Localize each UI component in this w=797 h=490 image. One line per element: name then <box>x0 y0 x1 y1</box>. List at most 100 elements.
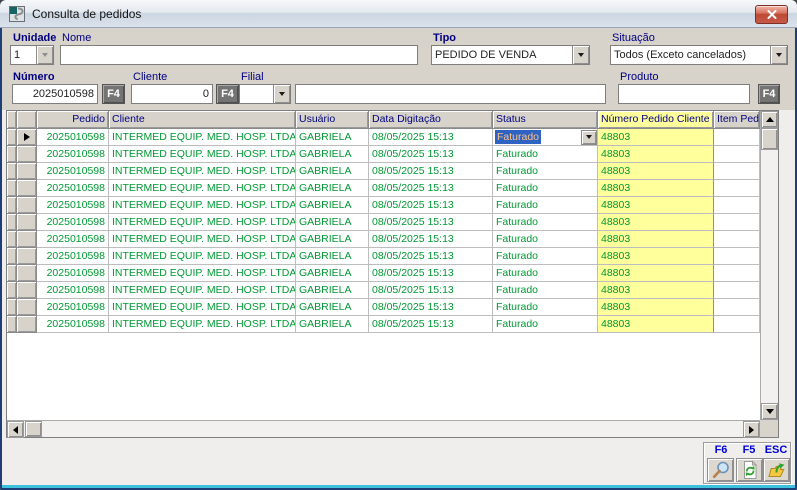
vertical-scrollbar[interactable] <box>760 111 778 420</box>
status-dropdown-button[interactable] <box>581 130 597 145</box>
cell-numero-pedido-cliente[interactable]: 48803 <box>598 163 714 180</box>
cell-pedido[interactable]: 2025010598 <box>37 146 109 163</box>
cell-cliente[interactable]: INTERMED EQUIP. MED. HOSP. LTDA <box>109 316 296 333</box>
row-indicator-cell[interactable] <box>17 282 37 299</box>
situacao-dropdown-button[interactable] <box>770 46 787 64</box>
cell-usuario[interactable]: GABRIELA <box>296 248 369 265</box>
close-button[interactable] <box>755 5 788 24</box>
cell-cliente[interactable]: INTERMED EQUIP. MED. HOSP. LTDA <box>109 197 296 214</box>
row-indicator-cell[interactable] <box>17 129 37 146</box>
cell-cliente[interactable]: INTERMED EQUIP. MED. HOSP. LTDA <box>109 248 296 265</box>
cell-data-digitacao[interactable]: 08/05/2025 15:13 <box>369 248 493 265</box>
cell-pedido[interactable]: 2025010598 <box>37 214 109 231</box>
cell-numero-pedido-cliente[interactable]: 48803 <box>598 214 714 231</box>
scroll-up-button[interactable] <box>761 111 778 128</box>
cell-pedido[interactable]: 2025010598 <box>37 248 109 265</box>
search-button[interactable] <box>707 458 734 482</box>
cell-status[interactable]: Faturado <box>493 299 598 316</box>
cell-pedido[interactable]: 2025010598 <box>37 163 109 180</box>
row-indicator-cell[interactable] <box>17 197 37 214</box>
cell-data-digitacao[interactable]: 08/05/2025 15:13 <box>369 146 493 163</box>
table-row[interactable]: 2025010598INTERMED EQUIP. MED. HOSP. LTD… <box>7 214 760 231</box>
table-row[interactable]: 2025010598INTERMED EQUIP. MED. HOSP. LTD… <box>7 265 760 282</box>
cell-status[interactable]: Faturado <box>493 282 598 299</box>
numero-f4-button[interactable]: F4 <box>102 84 125 104</box>
row-fixed-cell[interactable] <box>7 316 17 333</box>
unidade-select[interactable]: 1 <box>10 45 54 65</box>
cell-status[interactable]: Faturado <box>493 248 598 265</box>
table-row[interactable]: 2025010598INTERMED EQUIP. MED. HOSP. LTD… <box>7 163 760 180</box>
cell-data-digitacao[interactable]: 08/05/2025 15:13 <box>369 197 493 214</box>
cell-numero-pedido-cliente[interactable]: 48803 <box>598 180 714 197</box>
cell-numero-pedido-cliente[interactable]: 48803 <box>598 197 714 214</box>
table-row[interactable]: 2025010598INTERMED EQUIP. MED. HOSP. LTD… <box>7 197 760 214</box>
row-indicator-cell[interactable] <box>17 248 37 265</box>
row-fixed-cell[interactable] <box>7 214 17 231</box>
cell-data-digitacao[interactable]: 08/05/2025 15:13 <box>369 163 493 180</box>
cell-cliente[interactable]: INTERMED EQUIP. MED. HOSP. LTDA <box>109 129 296 146</box>
cell-usuario[interactable]: GABRIELA <box>296 163 369 180</box>
table-row[interactable]: 2025010598INTERMED EQUIP. MED. HOSP. LTD… <box>7 231 760 248</box>
table-row[interactable]: 2025010598INTERMED EQUIP. MED. HOSP. LTD… <box>7 316 760 333</box>
cell-cliente[interactable]: INTERMED EQUIP. MED. HOSP. LTDA <box>109 180 296 197</box>
cell-usuario[interactable]: GABRIELA <box>296 265 369 282</box>
cell-usuario[interactable]: GABRIELA <box>296 231 369 248</box>
cell-item-pedido[interactable] <box>714 146 760 163</box>
scroll-down-button[interactable] <box>761 403 778 420</box>
cell-usuario[interactable]: GABRIELA <box>296 180 369 197</box>
cell-usuario[interactable]: GABRIELA <box>296 214 369 231</box>
cell-usuario[interactable]: GABRIELA <box>296 129 369 146</box>
cell-status[interactable]: Faturado <box>493 265 598 282</box>
row-fixed-cell[interactable] <box>7 146 17 163</box>
tipo-dropdown-button[interactable] <box>572 46 589 64</box>
row-fixed-cell[interactable] <box>7 197 17 214</box>
nome-input[interactable] <box>60 45 418 65</box>
numero-input[interactable] <box>12 84 98 104</box>
filial-dropdown-button[interactable] <box>273 85 290 103</box>
cell-numero-pedido-cliente[interactable]: 48803 <box>598 248 714 265</box>
produto-f4-button[interactable]: F4 <box>758 84 780 104</box>
cell-data-digitacao[interactable]: 08/05/2025 15:13 <box>369 265 493 282</box>
row-indicator-cell[interactable] <box>17 180 37 197</box>
cell-cliente[interactable]: INTERMED EQUIP. MED. HOSP. LTDA <box>109 231 296 248</box>
cell-numero-pedido-cliente[interactable]: 48803 <box>598 299 714 316</box>
cell-data-digitacao[interactable]: 08/05/2025 15:13 <box>369 129 493 146</box>
cell-cliente[interactable]: INTERMED EQUIP. MED. HOSP. LTDA <box>109 265 296 282</box>
cell-numero-pedido-cliente[interactable]: 48803 <box>598 282 714 299</box>
cell-cliente[interactable]: INTERMED EQUIP. MED. HOSP. LTDA <box>109 163 296 180</box>
row-indicator-cell[interactable] <box>17 146 37 163</box>
cell-item-pedido[interactable] <box>714 299 760 316</box>
cell-status[interactable]: Faturado <box>493 197 598 214</box>
scroll-right-button[interactable] <box>743 421 760 438</box>
cell-pedido[interactable]: 2025010598 <box>37 129 109 146</box>
cell-status[interactable]: Faturado <box>493 214 598 231</box>
cell-pedido[interactable]: 2025010598 <box>37 265 109 282</box>
row-fixed-cell[interactable] <box>7 163 17 180</box>
cell-pedido[interactable]: 2025010598 <box>37 180 109 197</box>
cell-status[interactable]: Faturado <box>493 146 598 163</box>
filial-select[interactable] <box>239 84 291 104</box>
cell-usuario[interactable]: GABRIELA <box>296 299 369 316</box>
row-indicator-cell[interactable] <box>17 316 37 333</box>
cell-status[interactable]: Faturado <box>493 231 598 248</box>
row-fixed-cell[interactable] <box>7 231 17 248</box>
scroll-left-button[interactable] <box>7 421 24 438</box>
cell-pedido[interactable]: 2025010598 <box>37 282 109 299</box>
cell-item-pedido[interactable] <box>714 248 760 265</box>
cell-pedido[interactable]: 2025010598 <box>37 299 109 316</box>
cell-item-pedido[interactable] <box>714 197 760 214</box>
cell-pedido[interactable]: 2025010598 <box>37 316 109 333</box>
cell-numero-pedido-cliente[interactable]: 48803 <box>598 316 714 333</box>
cell-usuario[interactable]: GABRIELA <box>296 282 369 299</box>
cell-item-pedido[interactable] <box>714 129 760 146</box>
cell-numero-pedido-cliente[interactable]: 48803 <box>598 231 714 248</box>
cell-usuario[interactable]: GABRIELA <box>296 146 369 163</box>
cell-status[interactable]: Faturado <box>493 163 598 180</box>
cell-item-pedido[interactable] <box>714 163 760 180</box>
table-row[interactable]: 2025010598INTERMED EQUIP. MED. HOSP. LTD… <box>7 299 760 316</box>
tipo-select[interactable]: PEDIDO DE VENDA <box>431 45 590 65</box>
row-fixed-cell[interactable] <box>7 248 17 265</box>
cell-numero-pedido-cliente[interactable]: 48803 <box>598 265 714 282</box>
cell-data-digitacao[interactable]: 08/05/2025 15:13 <box>369 231 493 248</box>
cell-cliente[interactable]: INTERMED EQUIP. MED. HOSP. LTDA <box>109 214 296 231</box>
